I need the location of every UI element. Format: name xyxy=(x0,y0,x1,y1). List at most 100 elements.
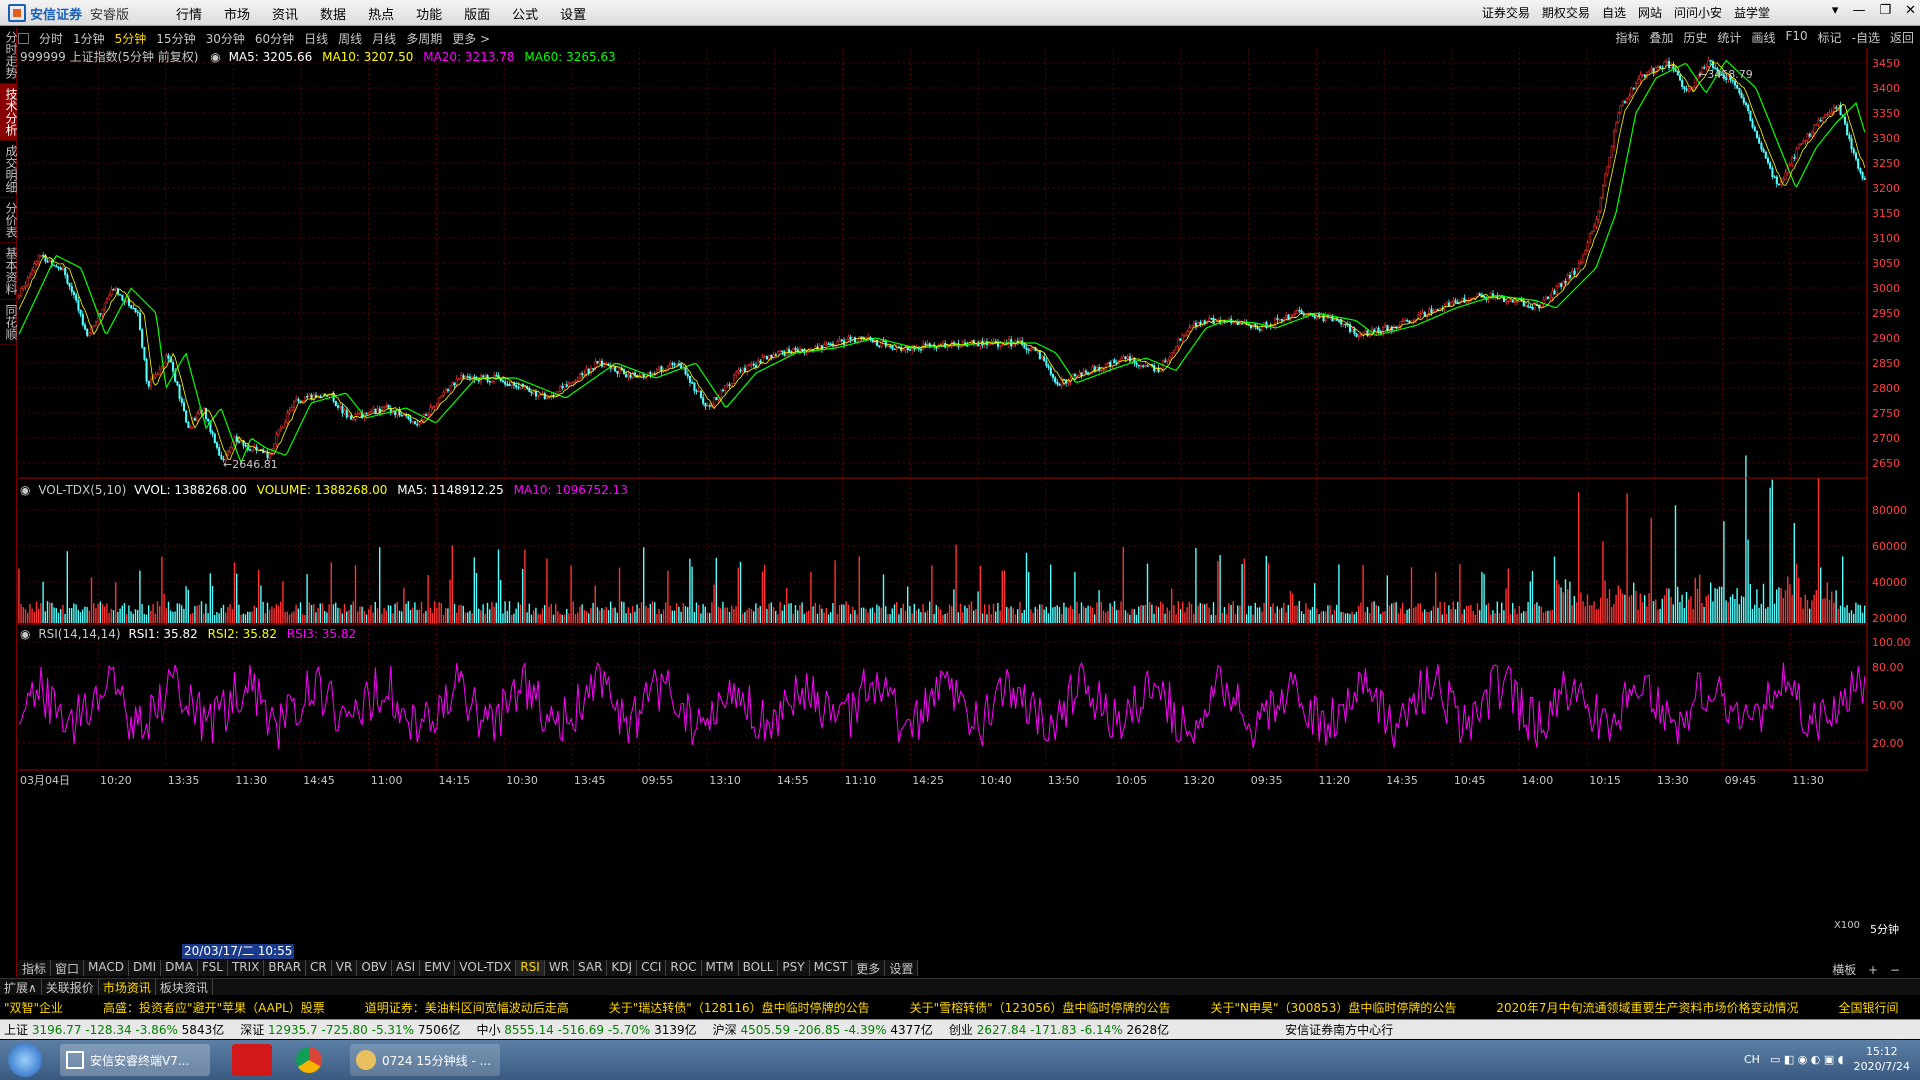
menu-options[interactable]: 期权交易 xyxy=(1542,4,1590,21)
tool-back[interactable]: 返回 xyxy=(1890,29,1914,46)
tab-sector-news[interactable]: 板块资讯 xyxy=(156,979,213,995)
indicator-tab[interactable]: 窗口 xyxy=(51,960,85,976)
menu-academy[interactable]: 益学堂 xyxy=(1734,4,1770,21)
clock[interactable]: 15:12 2020/7/24 xyxy=(1854,1044,1910,1074)
indicator-tab[interactable]: 更多 xyxy=(852,960,886,976)
tab-expand[interactable]: 扩展∧ xyxy=(0,979,42,995)
indicator-tab[interactable]: CR xyxy=(306,960,332,976)
indicator-tab[interactable]: EMV xyxy=(420,960,456,976)
zoom-out-icon[interactable]: − xyxy=(1890,963,1900,977)
indicator-tab[interactable]: WR xyxy=(544,960,575,976)
indicator-tab[interactable]: VR xyxy=(331,960,358,976)
indicator-tab[interactable]: CCI xyxy=(637,960,667,976)
period-item[interactable]: 月线 xyxy=(372,30,396,47)
period-item[interactable]: 60分钟 xyxy=(255,30,294,47)
news-item[interactable]: 关于"雪榕转债"（123056）盘中临时停牌的公告 xyxy=(910,999,1171,1016)
indicator-tab[interactable]: BOLL xyxy=(738,960,779,976)
index-item[interactable]: 上证 3196.77 -128.34 -3.86% 5843亿 xyxy=(4,1021,224,1038)
menu-item[interactable]: 版面 xyxy=(464,4,490,23)
indicator-tab[interactable]: BRAR xyxy=(264,960,307,976)
menu-item[interactable]: 公式 xyxy=(512,4,538,23)
tool-mark[interactable]: 标记 xyxy=(1818,29,1842,46)
indicator-tab[interactable]: MCST xyxy=(809,960,853,976)
taskbar-app-paint[interactable]: 0724 15分钟线 - ... xyxy=(350,1044,500,1076)
taskbar-app-anxin[interactable]: 安信安睿终端V7... xyxy=(60,1044,210,1076)
indicator-tab[interactable]: 指标 xyxy=(18,960,52,976)
period-item[interactable]: 15分钟 xyxy=(156,30,195,47)
panel-toggle-icon[interactable] xyxy=(18,32,29,44)
indicator-tab[interactable]: KDJ xyxy=(607,960,638,976)
indicator-tab[interactable]: RSI xyxy=(516,960,545,976)
indicator-tab[interactable]: 设置 xyxy=(885,960,919,976)
period-item[interactable]: 周线 xyxy=(338,30,362,47)
tool-history[interactable]: 历史 xyxy=(1683,29,1707,46)
period-item[interactable]: 30分钟 xyxy=(206,30,245,47)
menu-item[interactable]: 功能 xyxy=(416,4,442,23)
tab-market-news[interactable]: 市场资讯 xyxy=(99,979,156,995)
taskbar-app-chrome[interactable] xyxy=(290,1044,330,1076)
minimize-icon[interactable]: — xyxy=(1852,3,1865,18)
period-item[interactable]: 多周期 xyxy=(406,30,442,47)
news-item[interactable]: "双智"企业 xyxy=(4,999,63,1016)
tab-fundamentals[interactable]: 基本资料 xyxy=(0,243,18,300)
indicator-tab[interactable]: ASI xyxy=(391,960,421,976)
menu-website[interactable]: 网站 xyxy=(1638,4,1662,21)
news-item[interactable]: 2020年7月中旬流通领域重要生产资料市场价格变动情况 xyxy=(1496,999,1798,1016)
tab-intraday[interactable]: 分时走势 xyxy=(0,27,18,84)
indicator-tab[interactable]: MACD xyxy=(84,960,130,976)
tab-trades[interactable]: 成交明细 xyxy=(0,141,18,198)
start-button[interactable] xyxy=(8,1043,42,1077)
view-mode-label[interactable]: 横板 xyxy=(1832,963,1856,977)
news-item[interactable]: 关于"瑞达转债"（128116）盘中临时停牌的公告 xyxy=(609,999,870,1016)
tool-indicator[interactable]: 指标 xyxy=(1615,29,1639,46)
tool-draw[interactable]: 画线 xyxy=(1751,29,1775,46)
tab-technical[interactable]: 技术分析 xyxy=(0,84,18,141)
pin-icon[interactable]: ▾ xyxy=(1832,3,1839,18)
index-item[interactable]: 创业 2627.84 -171.83 -6.14% 2628亿 xyxy=(949,1021,1169,1038)
lang-indicator[interactable]: CH xyxy=(1744,1053,1760,1066)
indicator-tab[interactable]: MTM xyxy=(701,960,739,976)
tool-remove-watch[interactable]: -自选 xyxy=(1852,29,1880,46)
indicator-tab[interactable]: TRIX xyxy=(227,960,265,976)
close-icon[interactable]: ✕ xyxy=(1905,3,1916,18)
tool-f10[interactable]: F10 xyxy=(1785,29,1807,46)
menu-trade[interactable]: 证券交易 xyxy=(1482,4,1530,21)
news-item[interactable]: 道明证券：美油料区间宽幅波动后走高 xyxy=(365,999,569,1016)
news-item[interactable]: 关于"N申昊"（300853）盘中临时停牌的公告 xyxy=(1211,999,1457,1016)
menu-item[interactable]: 热点 xyxy=(368,4,394,23)
menu-ask[interactable]: 问问小安 xyxy=(1674,4,1722,21)
indicator-tab[interactable]: SAR xyxy=(574,960,608,976)
restore-icon[interactable]: ❐ xyxy=(1879,3,1891,18)
tab-related-quotes[interactable]: 关联报价 xyxy=(42,979,99,995)
tray-icons[interactable]: ▭ ◧ ◉ ◐ ▣ ◖ xyxy=(1770,1053,1844,1066)
menu-watchlist[interactable]: 自选 xyxy=(1602,4,1626,21)
menu-item[interactable]: 市场 xyxy=(224,4,250,23)
menu-item[interactable]: 数据 xyxy=(320,4,346,23)
index-item[interactable]: 中小 8555.14 -516.69 -5.70% 3139亿 xyxy=(476,1021,696,1038)
indicator-tab[interactable]: DMA xyxy=(161,960,198,976)
index-item[interactable]: 深证 12935.7 -725.80 -5.31% 7506亿 xyxy=(240,1021,460,1038)
index-item[interactable]: 沪深 4505.59 -206.85 -4.39% 4377亿 xyxy=(713,1021,933,1038)
period-item-selected[interactable]: 5分钟 xyxy=(115,30,147,47)
tab-price-table[interactable]: 分价表 xyxy=(0,198,18,243)
tool-stats[interactable]: 统计 xyxy=(1717,29,1741,46)
news-item[interactable]: 高盛：投资者应"避开"苹果（AAPL）股票 xyxy=(103,999,325,1016)
tab-ths[interactable]: 同花顺 xyxy=(0,300,18,345)
period-item[interactable]: 更多 > xyxy=(452,30,490,47)
indicator-tab[interactable]: VOL-TDX xyxy=(455,960,517,976)
menu-item[interactable]: 行情 xyxy=(176,4,202,23)
taskbar-app-red[interactable] xyxy=(232,1044,272,1076)
news-item[interactable]: 全国银行间 xyxy=(1839,999,1899,1016)
indicator-tab[interactable]: OBV xyxy=(357,960,392,976)
indicator-tab[interactable]: FSL xyxy=(197,960,228,976)
period-item[interactable]: 日线 xyxy=(304,30,328,47)
tool-overlay[interactable]: 叠加 xyxy=(1649,29,1673,46)
zoom-in-icon[interactable]: + xyxy=(1868,963,1878,977)
period-item[interactable]: 1分钟 xyxy=(73,30,105,47)
indicator-tab[interactable]: DMI xyxy=(129,960,162,976)
menu-item[interactable]: 资讯 xyxy=(272,4,298,23)
kline-chart[interactable]: 999999 上证指数(5分钟 前复权) ◉ MA5: 3205.66 MA10… xyxy=(18,48,1868,953)
indicator-tab[interactable]: ROC xyxy=(666,960,702,976)
indicator-tab[interactable]: PSY xyxy=(778,960,810,976)
period-item[interactable]: 分时 xyxy=(39,30,63,47)
